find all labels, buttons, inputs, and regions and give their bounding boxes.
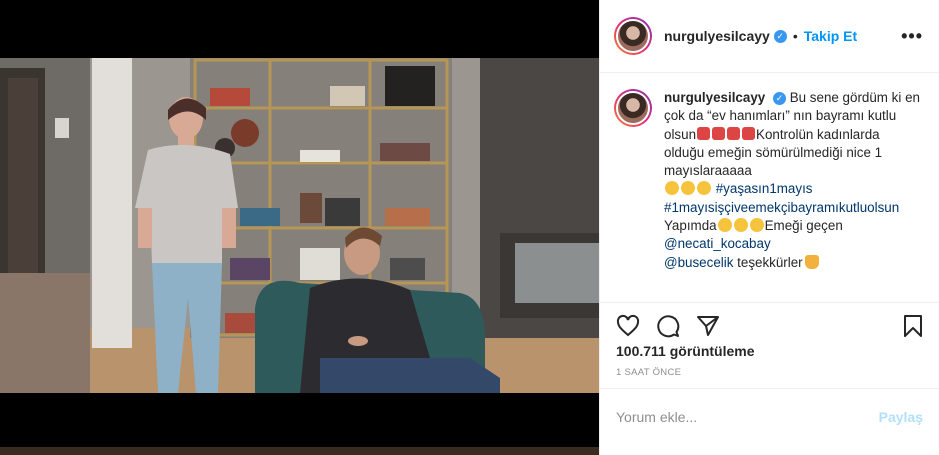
verified-badge-icon: ✓: [772, 91, 786, 105]
comment-input[interactable]: [616, 409, 856, 425]
view-count[interactable]: 100.711 görüntüleme: [600, 343, 939, 359]
laughing-emoji-icon: [749, 218, 764, 233]
laughing-emoji-icon: [717, 218, 732, 233]
video-frame-scene: [0, 58, 599, 393]
clapping-face-emoji-icon: [665, 181, 679, 196]
mention-link[interactable]: @necati_kocabay: [664, 236, 771, 251]
caption-text: nurgulyesilcayy ✓ Bu sene gördüm ki en ç…: [664, 89, 923, 302]
caption-avatar[interactable]: [614, 89, 652, 127]
dancer-emoji-icon: [697, 126, 711, 140]
post-header: nurgulyesilcayy ✓ • Takip Et •••: [600, 0, 939, 73]
verified-badge-icon: ✓: [773, 29, 787, 43]
letterbox-bottom: [0, 393, 599, 455]
credits-prefix: Yapımda: [664, 218, 717, 234]
letterbox-top: [0, 0, 599, 58]
bookmark-icon[interactable]: [901, 314, 925, 338]
clapping-face-emoji-icon: [681, 181, 695, 196]
avatar-image: [616, 91, 650, 125]
video-player[interactable]: [0, 58, 599, 393]
post-media[interactable]: [0, 0, 599, 455]
follow-button[interactable]: Takip Et: [804, 28, 857, 44]
paper-plane-icon[interactable]: [696, 314, 720, 338]
header-username[interactable]: nurgulyesilcayy: [664, 28, 770, 44]
avatar-image: [616, 19, 650, 53]
post-timestamp[interactable]: 1 SAAT ÖNCE: [600, 359, 939, 389]
hashtag-link[interactable]: #yaşasın1mayıs: [716, 181, 813, 196]
more-options-icon[interactable]: •••: [901, 26, 923, 47]
thanks-text: teşekkürler: [737, 254, 803, 270]
caption-area: nurgulyesilcayy ✓ Bu sene gördüm ki en ç…: [600, 73, 939, 303]
hashtag-link[interactable]: #1mayısişçiveemekçibayramıkutluolsun: [664, 200, 899, 215]
post-comment-button[interactable]: Paylaş: [879, 409, 923, 425]
dancer-emoji-icon: [712, 126, 726, 140]
heart-icon[interactable]: [616, 314, 640, 338]
post-panel: nurgulyesilcayy ✓ • Takip Et ••• nurguly…: [599, 0, 939, 455]
comment-box: Paylaş: [600, 389, 939, 445]
dancer-emoji-icon: [727, 126, 741, 140]
dot-separator: •: [792, 28, 798, 44]
pray-emoji-icon: [804, 254, 819, 269]
comment-icon[interactable]: [656, 314, 680, 338]
mention-link[interactable]: @busecelik: [664, 255, 733, 270]
dancer-emoji-icon: [742, 126, 756, 140]
clapping-face-emoji-icon: [697, 181, 711, 196]
avatar[interactable]: [614, 17, 652, 55]
credits-suffix: Emeği geçen: [764, 218, 843, 234]
laughing-emoji-icon: [733, 218, 748, 233]
caption-username[interactable]: nurgulyesilcayy: [664, 90, 765, 105]
next-post-preview: [0, 447, 599, 455]
